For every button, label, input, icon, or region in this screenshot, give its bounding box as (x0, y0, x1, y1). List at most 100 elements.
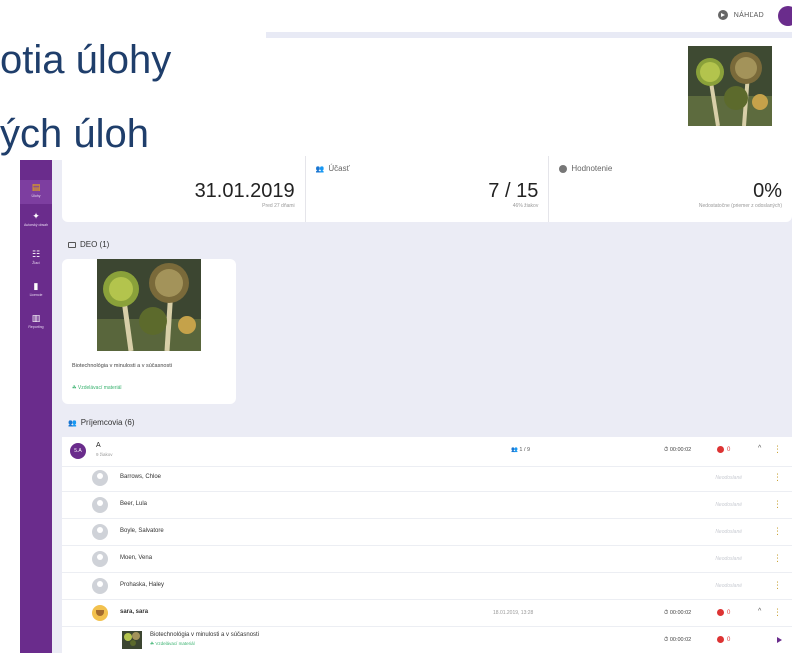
overlay-line-3: ých úloh (0, 112, 149, 156)
group-name: A (96, 442, 101, 449)
group-row[interactable]: 5.A A 9 žiakov 👥 1 / 9 ⏱ 00:00:02 0 ^ ⋮ (62, 437, 792, 467)
student-row-submitted[interactable]: sara, sara 18.01.2019, 13:28 ⏱ 00:00:02 … (62, 600, 792, 627)
submitted-time: ⏱ 00:00:02 (664, 610, 691, 617)
avatar (92, 470, 108, 486)
collapse-icon[interactable]: ^ (758, 608, 761, 615)
student-name: Prohaska, Haley (120, 582, 165, 588)
deo-card-title: Biotechnológia v minulosti a v súčasnost… (72, 363, 172, 369)
header-card (266, 38, 792, 156)
student-row[interactable]: Boyle, Salvatore Neodoslané ⋮ (62, 519, 792, 546)
play-circle-icon (717, 10, 728, 20)
deo-card-tag: ☘ Vzdelávací materiál (72, 385, 122, 391)
deo-card-tag-text: Vzdelávací materiál (77, 385, 122, 391)
avatar (92, 551, 108, 567)
recipients-section-title: 👥 Príjemcovia (6) (68, 418, 135, 427)
participation-stat: 👥 Účasť 7 / 15 46% žiakov (306, 156, 550, 222)
submitted-errors-text: 0 (727, 609, 731, 616)
material-errors: 0 (717, 636, 730, 643)
student-status: Neodoslané (715, 556, 742, 562)
authoring-icon: ✦ (32, 211, 40, 221)
more-icon[interactable]: ⋮ (773, 472, 782, 483)
student-row[interactable]: Prohaska, Haley Neodoslané ⋮ (62, 573, 792, 600)
student-status: Neodoslané (715, 502, 742, 508)
collapse-icon[interactable]: ^ (758, 445, 761, 452)
more-icon[interactable]: ⋮ (773, 553, 782, 564)
rating-value: 0% (753, 180, 783, 202)
participation-label-text: Účasť (328, 164, 350, 173)
leaf-icon: ☘ (150, 641, 155, 646)
material-errors-text: 0 (727, 636, 731, 643)
sidebar-item-label: Reporting (28, 325, 44, 329)
task-image (688, 46, 772, 126)
sidebar-item-label: Licencie (29, 293, 43, 297)
more-icon[interactable]: ⋮ (773, 580, 782, 591)
more-icon[interactable]: ⋮ (773, 607, 782, 618)
sidebar-item-authoring[interactable]: ✦ Autorský obsah (20, 212, 52, 242)
overlay-line-2: otia úlohy (0, 38, 172, 82)
user-avatar[interactable] (778, 6, 792, 26)
sidebar-item-label: Úlohy (31, 194, 41, 198)
student-name: Beer, Lula (120, 501, 148, 507)
student-row[interactable]: Barrows, Chloe Neodoslané ⋮ (62, 465, 792, 492)
submitted-time-text: 00:00:02 (669, 610, 692, 616)
avatar (92, 605, 108, 621)
participation-sub: 46% žiakov (512, 203, 539, 209)
material-tag: ☘ Vzdelávací materiál (150, 641, 195, 647)
sidebar-item-tasks[interactable]: ▤ Úlohy (20, 180, 52, 204)
sidebar-item-reporting[interactable]: ▥ Reporting (20, 314, 52, 336)
users-icon: 👥 (315, 165, 325, 173)
student-row[interactable]: Beer, Lula Neodoslané ⋮ (62, 492, 792, 519)
sidebar-item-students[interactable]: ☷ Žiaci (20, 250, 52, 272)
licence-icon: ▮ (33, 281, 39, 291)
rating-icon (559, 164, 568, 173)
material-time-text: 00:00:02 (669, 637, 692, 643)
student-name: Moen, Vena (120, 555, 153, 561)
student-name: sara, sara (120, 609, 149, 615)
submitted-errors: 0 (717, 609, 730, 616)
rating-stat: Hodnotenie 0% Nedostatočne (priemer z od… (549, 156, 792, 222)
students-icon: ☷ (31, 249, 41, 259)
rating-label: Hodnotenie (559, 164, 782, 173)
sidebar-item-label: Autorský obsah (23, 223, 49, 227)
deo-card[interactable]: Biotechnológia v minulosti a v súčasnost… (62, 259, 236, 404)
student-row[interactable]: Moen, Vena Neodoslané ⋮ (62, 546, 792, 573)
preview-button[interactable]: NÁHĽAD (717, 10, 764, 20)
deo-title-text: DEO (1) (80, 240, 110, 249)
error-icon (717, 609, 724, 616)
box-icon (68, 241, 76, 248)
leaf-icon: ☘ (72, 385, 77, 391)
stats-panel: 31.01.2019 Pred 27 dňami 👥 Účasť 7 / 15 … (62, 156, 792, 222)
users-icon: 👥 (511, 447, 518, 453)
more-icon[interactable]: ⋮ (773, 444, 782, 455)
group-errors-text: 0 (727, 446, 731, 453)
rating-label-text: Hodnotenie (571, 164, 613, 173)
play-icon[interactable] (777, 637, 782, 643)
deo-section-title: DEO (1) (68, 240, 109, 249)
zoom-overlay: otia úlohy ých úloh (0, 0, 266, 160)
group-time: ⏱ 00:00:02 (664, 447, 691, 454)
reporting-icon: ▥ (31, 313, 41, 323)
group-sub: 9 žiakov (96, 452, 113, 457)
preview-label: NÁHĽAD (733, 11, 764, 19)
users-icon: 👥 (68, 419, 77, 427)
recipients-list: 5.A A 9 žiakov 👥 1 / 9 ⏱ 00:00:02 0 ^ ⋮ … (62, 437, 792, 653)
recipients-title-text: Príjemcovia (6) (80, 418, 135, 427)
avatar (92, 497, 108, 513)
material-thumbnail (122, 631, 142, 649)
rating-sub: Nedostatočne (priemer z odoslaných) (698, 203, 783, 209)
error-icon (717, 636, 724, 643)
more-icon[interactable]: ⋮ (773, 499, 782, 510)
sidebar-item-label: Žiaci (32, 261, 40, 265)
stopwatch-icon: ⏱ (664, 637, 669, 643)
sidebar-item-licences[interactable]: ▮ Licencie (20, 282, 52, 304)
avatar (92, 578, 108, 594)
group-errors: 0 (717, 446, 730, 453)
student-status: Neodoslané (715, 475, 742, 481)
participation-label: 👥 Účasť (316, 164, 539, 173)
tasks-icon: ▤ (31, 182, 41, 192)
student-name: Barrows, Chloe (120, 474, 162, 480)
material-row[interactable]: Biotechnológia v minulosti a v súčasnost… (62, 627, 792, 653)
more-icon[interactable]: ⋮ (773, 526, 782, 537)
student-status: Neodoslané (715, 529, 742, 535)
submitted-date: 18.01.2019, 13:28 (493, 610, 534, 616)
